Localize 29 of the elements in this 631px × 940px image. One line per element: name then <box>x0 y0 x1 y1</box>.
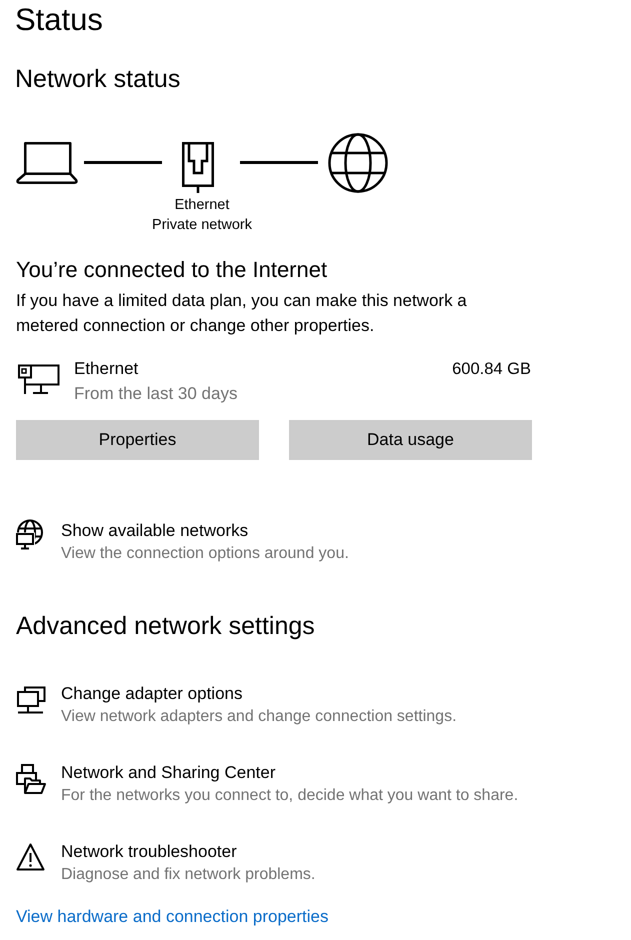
printer-folder-icon <box>16 764 46 794</box>
hardware-properties-link[interactable]: View hardware and connection properties <box>16 905 328 929</box>
setting-description: Diagnose and fix network problems. <box>61 865 316 885</box>
connection-heading: You’re connected to the Internet <box>16 256 328 284</box>
globe-monitor-icon <box>16 519 44 550</box>
section-heading: Network status <box>15 64 180 94</box>
two-monitors-icon <box>16 686 46 714</box>
adapter-name: Ethernet <box>74 358 138 380</box>
setting-title[interactable]: Show available networks <box>61 519 248 543</box>
laptop-icon <box>16 142 78 184</box>
page-title: Status <box>15 2 103 38</box>
action-button[interactable]: Data usage <box>289 420 532 460</box>
setting-description: View the connection options around you. <box>61 544 349 564</box>
network-type-label: Private network <box>152 216 252 235</box>
action-button[interactable]: Properties <box>16 420 259 460</box>
setting-description: For the networks you connect to, decide what you want to share. <box>61 786 518 806</box>
setting-title[interactable]: Network and Sharing Center <box>61 761 276 785</box>
network-pc-icon <box>18 364 60 395</box>
adapter-label: Ethernet <box>174 196 230 215</box>
connection-description: If you have a limited data plan, you can make this network a metered connection or change other properties. <box>16 290 468 337</box>
setting-title[interactable]: Change adapter options <box>61 682 242 706</box>
setting-description: View network adapters and change connection settings. <box>61 707 457 727</box>
setting-title[interactable]: Network troubleshooter <box>61 840 237 864</box>
warning-icon <box>16 843 45 871</box>
ethernet-port-icon <box>182 142 214 194</box>
globe-icon <box>328 133 388 193</box>
usage-period: From the last 30 days <box>74 383 238 405</box>
section-heading: Advanced network settings <box>16 611 315 641</box>
data-usage-amount: 600.84 GB <box>452 359 531 380</box>
